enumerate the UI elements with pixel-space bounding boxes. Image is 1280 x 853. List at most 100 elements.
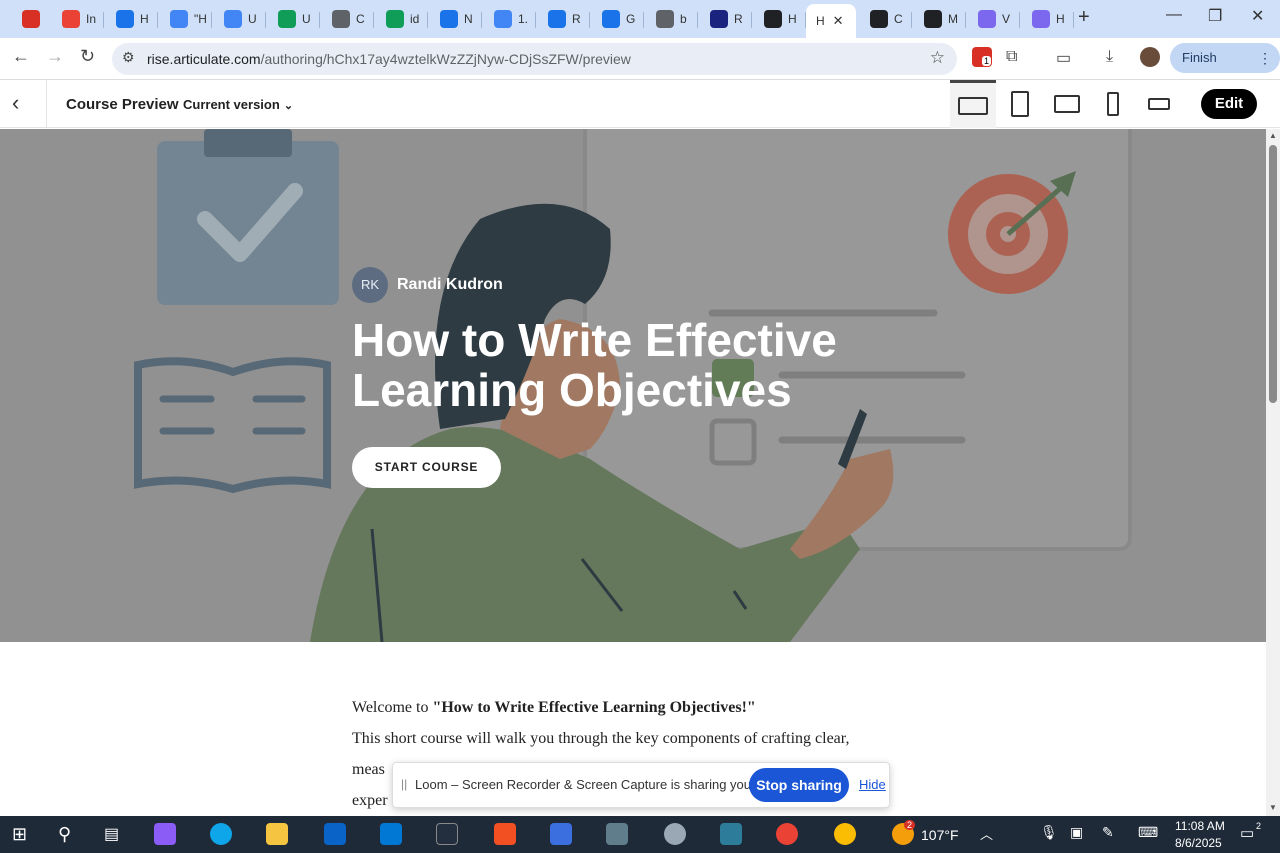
browser-tab[interactable]: In xyxy=(52,4,104,34)
drag-handle-icon[interactable]: || xyxy=(401,777,407,791)
browser-tab[interactable]: C xyxy=(860,4,912,34)
stop-sharing-button[interactable]: Stop sharing xyxy=(749,768,849,802)
tab-favicon-icon xyxy=(494,10,512,28)
phone-landscape-icon xyxy=(1148,98,1170,110)
browser-tab[interactable]: "H xyxy=(160,4,212,34)
scrollbar-thumb[interactable] xyxy=(1269,145,1277,403)
tab-favicon-icon xyxy=(278,10,296,28)
tablet-landscape-button[interactable] xyxy=(1044,80,1090,128)
restore-icon[interactable]: ❐ xyxy=(1208,6,1222,26)
site-info-icon[interactable]: ⚙ xyxy=(122,49,135,66)
edge-icon[interactable] xyxy=(210,823,232,845)
browser-tab[interactable]: H xyxy=(1022,4,1074,34)
tab-label: H xyxy=(140,12,149,26)
browser-tab[interactable]: H xyxy=(106,4,158,34)
browser-tab[interactable]: 1. xyxy=(484,4,536,34)
browser-tab[interactable]: R xyxy=(538,4,590,34)
chrome-icon[interactable] xyxy=(834,823,856,845)
close-tab-icon[interactable]: ✕ xyxy=(833,13,844,29)
browser-tab[interactable]: N xyxy=(430,4,482,34)
app-icon[interactable] xyxy=(664,823,686,845)
edit-button[interactable]: Edit xyxy=(1201,89,1257,119)
task-view-icon[interactable]: ▤ xyxy=(104,824,119,844)
amazon-icon[interactable] xyxy=(436,823,458,845)
browser-tab[interactable]: G xyxy=(592,4,644,34)
browser-tab[interactable]: R xyxy=(700,4,752,34)
clock-date[interactable]: 8/6/2025 xyxy=(1175,836,1222,850)
outlook-icon[interactable] xyxy=(324,823,346,845)
temperature[interactable]: 107°F xyxy=(921,827,959,843)
tab-separator xyxy=(265,12,266,28)
browser-tab[interactable]: id xyxy=(376,4,428,34)
loom-message: Loom – Screen Recorder & Screen Capture … xyxy=(415,777,802,792)
tab-label: R xyxy=(734,12,743,26)
window-close-icon[interactable]: ✕ xyxy=(1251,6,1264,26)
course-hero: RK Randi Kudron How to Write Effective L… xyxy=(0,129,1266,642)
keyboard-icon[interactable]: ⌨ xyxy=(1138,824,1158,841)
forward-icon[interactable]: → xyxy=(46,46,64,67)
copilot-icon[interactable] xyxy=(154,823,176,845)
notifications-icon[interactable]: ▭ xyxy=(1240,824,1254,842)
tab-favicon-icon xyxy=(870,10,888,28)
more-menu-icon[interactable]: ⋮ xyxy=(1258,43,1272,73)
search-icon[interactable]: ⚲ xyxy=(58,824,71,845)
cast-icon[interactable]: ▭ xyxy=(1056,48,1071,68)
browser-tab[interactable]: V xyxy=(968,4,1020,34)
clock-time[interactable]: 11:08 AM xyxy=(1175,819,1225,833)
app-icon[interactable] xyxy=(380,823,402,845)
extension-icon[interactable]: 1 xyxy=(972,47,992,67)
tablet-portrait-button[interactable] xyxy=(997,80,1043,128)
chrome-icon[interactable] xyxy=(776,823,798,845)
profile-avatar[interactable] xyxy=(1140,47,1160,67)
address-row: ← → ↻ ⚙ rise.articulate.com/authoring/hC… xyxy=(0,38,1280,95)
finish-update-button[interactable]: Finish update ⋮ xyxy=(1170,43,1280,95)
tab-favicon-icon xyxy=(1032,10,1050,28)
desktop-view-button[interactable] xyxy=(950,80,996,128)
tab-label: C xyxy=(356,12,365,26)
start-course-button[interactable]: START COURSE xyxy=(352,447,501,488)
chevron-up-icon[interactable]: ︿ xyxy=(980,824,993,843)
microphone-icon[interactable]: 🎙 xyxy=(1040,824,1058,841)
app-icon[interactable] xyxy=(550,823,572,845)
phone-landscape-button[interactable] xyxy=(1136,80,1182,128)
tab-favicon-icon xyxy=(924,10,942,28)
phone-portrait-button[interactable] xyxy=(1090,80,1136,128)
loom-sharing-bar: || Loom – Screen Recorder & Screen Captu… xyxy=(392,762,890,808)
pen-icon[interactable]: ✎ xyxy=(1102,824,1114,841)
browser-tab[interactable]: U xyxy=(268,4,320,34)
browser-tab[interactable]: b xyxy=(646,4,698,34)
notifications-count: 2 xyxy=(1256,821,1262,831)
browser-tab[interactable]: M xyxy=(914,4,966,34)
new-tab-icon[interactable]: + xyxy=(1078,6,1090,29)
browser-tab[interactable]: C xyxy=(322,4,374,34)
back-icon[interactable]: ← xyxy=(12,46,30,67)
file-explorer-icon[interactable] xyxy=(266,823,288,845)
tab-label: H xyxy=(788,12,797,26)
version-dropdown[interactable]: Current version ⌄ xyxy=(183,97,293,112)
version-label: Current version xyxy=(183,97,280,112)
scroll-down-icon[interactable]: ▼ xyxy=(1269,803,1277,812)
bookmark-star-icon[interactable]: ☆ xyxy=(930,48,945,68)
reload-icon[interactable]: ↻ xyxy=(80,46,95,67)
store-icon[interactable] xyxy=(494,823,516,845)
tab-favicon-icon xyxy=(764,10,782,28)
calculator-icon[interactable] xyxy=(720,823,742,845)
tab-separator xyxy=(965,12,966,28)
minimize-icon[interactable]: — xyxy=(1166,6,1182,24)
tab-active[interactable]: H ✕ xyxy=(806,4,856,38)
camera-icon[interactable] xyxy=(606,823,628,845)
tab-separator xyxy=(751,12,752,28)
back-arrow-icon[interactable]: ‹ xyxy=(12,90,19,116)
page-scrollbar[interactable]: ▲ ▼ xyxy=(1266,129,1280,816)
browser-tab[interactable]: U xyxy=(214,4,266,34)
extensions-puzzle-icon[interactable]: ⧉ xyxy=(1006,48,1017,66)
url-text[interactable]: rise.articulate.com/authoring/hChx17ay4w… xyxy=(147,51,631,67)
address-bar[interactable]: ⚙ rise.articulate.com/authoring/hChx17ay… xyxy=(112,43,957,75)
hide-link[interactable]: Hide xyxy=(859,777,886,792)
network-icon[interactable]: ▣ xyxy=(1070,824,1083,841)
download-icon[interactable]: ⤓ xyxy=(1106,48,1113,66)
scroll-up-icon[interactable]: ▲ xyxy=(1269,131,1277,140)
windows-start-icon[interactable]: ⊞ xyxy=(12,824,27,845)
browser-tab[interactable]: H xyxy=(754,4,806,34)
phone-portrait-icon xyxy=(1107,92,1119,116)
